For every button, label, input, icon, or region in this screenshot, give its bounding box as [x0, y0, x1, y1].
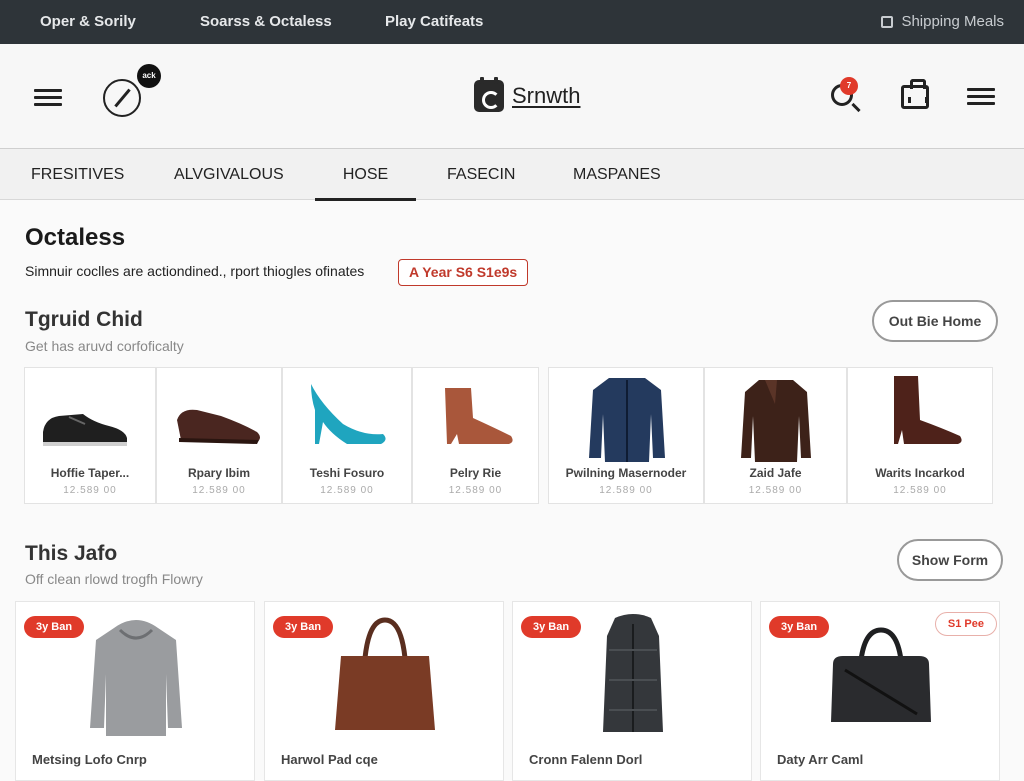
product-name: Rpary Ibim — [187, 466, 250, 480]
product-name: Zaid Jafe — [749, 466, 802, 480]
product-row: Hoffie Taper... 12.589 00 Rpary Ibim 12.… — [24, 367, 994, 504]
promo-text: Simnuir coclles are actiondined., rport … — [25, 263, 365, 279]
shopping-bag-icon[interactable] — [901, 79, 929, 109]
brand-calendar-icon — [474, 77, 504, 112]
product-price: 12.589 00 — [192, 485, 246, 496]
compass-badge: ack — [137, 64, 161, 88]
shipping-label: Shipping Meals — [901, 13, 1004, 30]
search-badge: 7 — [840, 77, 858, 95]
product-name: Pelry Rie — [449, 466, 502, 480]
section2-title: This Jafo — [25, 542, 118, 565]
top-bar: Oper & Sorily Soarss & Octaless Play Cat… — [0, 0, 1024, 44]
promo-badge[interactable]: A Year S6 S1e9s — [398, 259, 529, 286]
featured-card[interactable]: 3y Ban S1 Pee Daty Arr Caml — [760, 601, 1000, 781]
sale-badge: 3y Ban — [769, 616, 830, 638]
site-header: ack Srnwth 7 — [0, 44, 1024, 148]
product-card[interactable]: Pelry Rie 12.589 00 — [412, 367, 539, 504]
section1-button[interactable]: Out Bie Home — [872, 300, 998, 342]
loafer-icon — [177, 409, 260, 444]
tab-maspanes[interactable]: MASPANES — [573, 149, 661, 201]
main-content: Octaless Simnuir coclles are actiondined… — [0, 201, 1024, 781]
product-price: 12.589 00 — [320, 485, 374, 496]
featured-card[interactable]: 3y Ban Cronn Falenn Dorl — [512, 601, 752, 781]
sale-badge: 3y Ban — [273, 616, 334, 638]
compass-icon[interactable] — [103, 79, 141, 117]
product-price: 12.589 00 — [893, 485, 947, 496]
featured-card[interactable]: 3y Ban Metsing Lofo Cnrp — [15, 601, 255, 781]
brand-name: Srnwth — [512, 83, 581, 108]
sale-badge: 3y Ban — [521, 616, 582, 638]
product-card[interactable]: Zaid Jafe 12.589 00 — [704, 367, 847, 504]
high-heel-icon — [311, 384, 386, 444]
ankle-boot-icon — [445, 388, 513, 444]
product-card[interactable]: Pwilning Masernoder 12.589 00 — [548, 367, 704, 504]
product-price: 12.589 00 — [63, 485, 117, 496]
product-card[interactable]: Hoffie Taper... 12.589 00 — [24, 367, 156, 504]
tab-hose[interactable]: HOSE — [315, 149, 416, 201]
jacket-icon — [589, 378, 665, 462]
section2-subtitle: Off clean rlowd trogfh Flowry — [25, 571, 203, 587]
category-tabs: FRESITIVES ALVGIVALOUS HOSE FASECIN MASP… — [0, 148, 1024, 201]
product-name: Teshi Fosuro — [309, 466, 385, 480]
card-name: Harwol Pad cqe — [281, 752, 378, 767]
product-price: 12.589 00 — [599, 485, 653, 496]
top-link-2[interactable]: Soarss & Octaless — [200, 13, 332, 30]
leather-jacket-icon — [741, 380, 811, 462]
product-price: 12.589 00 — [448, 485, 503, 496]
brand-logo[interactable]: Srnwth — [474, 77, 581, 112]
product-name: Pwilning Masernoder — [565, 466, 687, 480]
tab-alvgivalous[interactable]: ALVGIVALOUS — [174, 149, 284, 201]
featured-cards: 3y Ban Metsing Lofo Cnrp 3y Ban Harwol P… — [15, 601, 1005, 781]
page-title: Octaless — [25, 224, 126, 251]
product-price: 12.589 00 — [748, 485, 803, 496]
more-menu-icon[interactable] — [967, 88, 995, 109]
sale-badge: 3y Ban — [24, 616, 85, 638]
section1-title: Tgruid Chid — [25, 308, 143, 331]
card-name: Daty Arr Caml — [777, 752, 864, 767]
product-name: Hoffie Taper... — [50, 466, 130, 480]
product-card[interactable]: Warits Incarkod 12.589 00 — [847, 367, 993, 504]
heeled-boot-icon — [894, 376, 962, 444]
tab-fasecin[interactable]: FASECIN — [447, 149, 515, 201]
shipping-icon — [881, 15, 894, 28]
oxford-shoe-icon — [43, 414, 127, 446]
top-link-1[interactable]: Oper & Sorily — [40, 13, 136, 30]
product-card[interactable]: Teshi Fosuro 12.589 00 — [282, 367, 412, 504]
card-name: Cronn Falenn Dorl — [529, 752, 643, 767]
top-link-3[interactable]: Play Catifeats — [385, 13, 483, 30]
section1-subtitle: Get has aruvd corfoficalty — [25, 338, 184, 354]
tab-fresitives[interactable]: FRESITIVES — [31, 149, 124, 201]
section2-button[interactable]: Show Form — [897, 539, 1003, 581]
menu-icon[interactable] — [34, 89, 62, 110]
shipping-link[interactable]: Shipping Meals — [881, 13, 1004, 30]
card-name: Metsing Lofo Cnrp — [32, 752, 147, 767]
product-name: Warits Incarkod — [875, 466, 965, 480]
product-card[interactable]: Rpary Ibim 12.589 00 — [156, 367, 282, 504]
featured-card[interactable]: 3y Ban Harwol Pad cqe — [264, 601, 504, 781]
price-badge: S1 Pee — [934, 612, 997, 636]
